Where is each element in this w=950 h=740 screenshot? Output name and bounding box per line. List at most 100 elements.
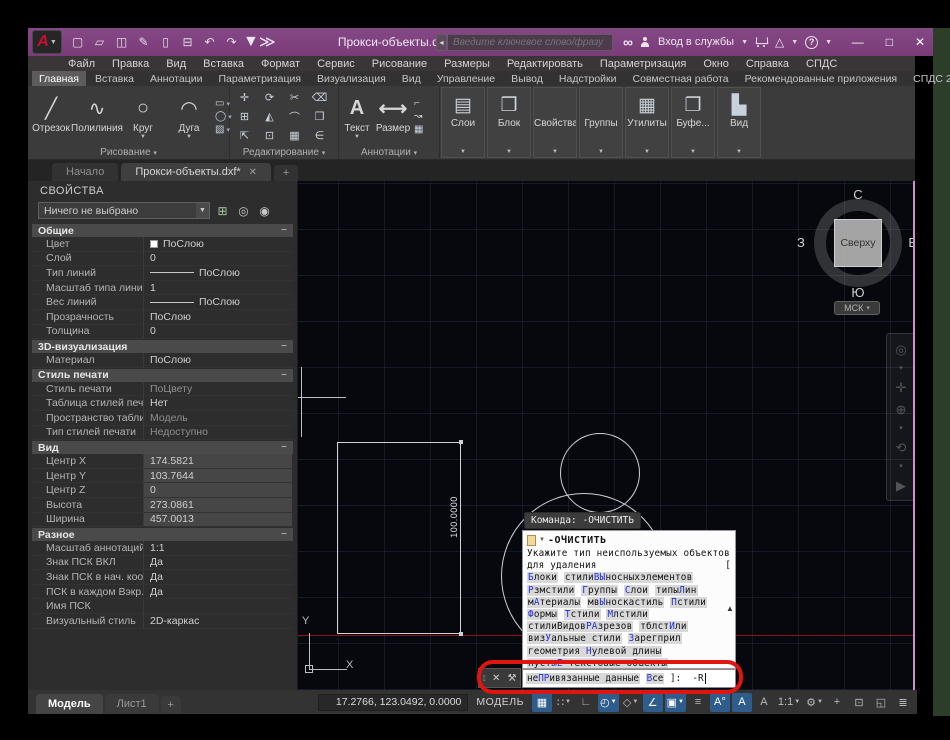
- block-button[interactable]: ❒ Блок ▼: [487, 87, 531, 158]
- section-header[interactable]: Вид−: [32, 441, 293, 454]
- save-as-button[interactable]: ✎: [134, 33, 153, 52]
- annotation-autoscale-toggle[interactable]: А▼: [732, 693, 752, 712]
- pickadd-toggle[interactable]: ⊞: [214, 202, 231, 219]
- command-history-icon[interactable]: [527, 535, 536, 546]
- panel-title-draw[interactable]: Рисование ▾: [28, 147, 229, 160]
- model-tab[interactable]: Модель: [36, 694, 103, 714]
- menu-item[interactable]: Окно: [703, 58, 729, 70]
- menu-item[interactable]: Редактировать: [507, 58, 583, 70]
- navigation-bar[interactable]: ◎ ▾ ✛ ⊕ ▾ ⟲ ▾ ▶: [886, 333, 915, 501]
- viewcube[interactable]: Сверху С Ю З В: [803, 189, 913, 301]
- close-icon[interactable]: ✕: [249, 167, 257, 178]
- ribbon-tab[interactable]: Вывод: [504, 71, 550, 86]
- rotate-tool[interactable]: ⟳▾: [257, 88, 282, 107]
- object-snap-toggle[interactable]: ▣▼: [665, 693, 686, 712]
- menu-item[interactable]: Сервис: [317, 58, 355, 70]
- view-button[interactable]: ▙ Вид ▼: [717, 87, 761, 158]
- chevron-down-icon[interactable]: ▼: [539, 537, 545, 543]
- minimize-button[interactable]: —: [852, 35, 864, 49]
- grid-toggle[interactable]: ▦▼: [532, 693, 552, 712]
- share-device-button[interactable]: ▯: [156, 33, 175, 52]
- isolate-objects-button[interactable]: ⊡▼: [849, 693, 869, 712]
- utilities-button[interactable]: ▦ Утилиты ▼: [625, 87, 669, 158]
- collapse-icon[interactable]: −: [281, 341, 287, 352]
- chevron-down-icon[interactable]: ▾: [899, 463, 903, 470]
- chevron-down-icon[interactable]: ▼: [196, 203, 209, 218]
- space-indicator[interactable]: МОДЕЛЬ: [476, 696, 524, 708]
- menu-item[interactable]: Справка: [746, 58, 789, 70]
- new-doc-tab-button[interactable]: +: [274, 165, 298, 181]
- search-binoculars-icon[interactable]: ∞: [623, 34, 633, 50]
- undo-button[interactable]: ↶: [200, 33, 219, 52]
- panel-title-annotate[interactable]: Аннотации ▾: [339, 147, 439, 160]
- multileader-tool[interactable]: ↝▾: [414, 111, 423, 122]
- print-button[interactable]: ⊟: [178, 33, 197, 52]
- menu-item[interactable]: Формат: [261, 58, 300, 70]
- offset-tool[interactable]: ∈▾: [307, 126, 332, 145]
- isodraft-toggle[interactable]: ◇▼: [621, 693, 641, 712]
- chevron-down-icon[interactable]: ▼: [825, 39, 832, 46]
- redo-button[interactable]: ↷: [222, 33, 241, 52]
- collapse-icon[interactable]: −: [281, 370, 287, 381]
- ribbon-tab[interactable]: Параметризация: [212, 71, 309, 86]
- chevron-down-icon[interactable]: ▼: [791, 39, 798, 46]
- draw-tool-button[interactable]: ○ Круг ▼: [120, 87, 166, 147]
- clipboard-button[interactable]: ❐ Буфе... ▼: [671, 87, 715, 158]
- annotation-visibility-toggle[interactable]: А°▼: [710, 693, 730, 712]
- help-icon[interactable]: ?: [805, 36, 818, 49]
- ribbon-tab[interactable]: Совместная работа: [626, 71, 736, 86]
- collapse-icon[interactable]: −: [281, 442, 287, 453]
- open-file-button[interactable]: ▱: [90, 33, 109, 52]
- menu-item[interactable]: Файл: [68, 58, 95, 70]
- draw-tool-button[interactable]: ╱ Отрезок ▼: [28, 87, 74, 147]
- viewcube-north[interactable]: С: [803, 187, 913, 202]
- drawing-canvas[interactable]: 100.0000 Y X Сверху С Ю З В МСК▾ ◎ ▾ ✛ ⊕…: [298, 181, 915, 690]
- doc-tab-active[interactable]: Прокси-объекты.dxf* ✕: [121, 163, 271, 181]
- layers-button[interactable]: ▤ Слои ▼: [441, 87, 485, 158]
- draw-tool-button[interactable]: ◠ Дуга ▼: [166, 87, 212, 147]
- array-tool[interactable]: ▦▾: [282, 126, 307, 145]
- annotation-tool-button[interactable]: ⟷ Размер ▼: [375, 87, 411, 147]
- lineweight-toggle[interactable]: ≡▼: [688, 693, 708, 712]
- leader-tool[interactable]: ⌐▾: [414, 98, 423, 109]
- status-menu-button[interactable]: ≣▼: [893, 693, 913, 712]
- store-cart-icon[interactable]: [755, 37, 768, 47]
- drag-handle-icon[interactable]: ⁞⁞: [483, 674, 485, 683]
- ribbon-tab[interactable]: Управление: [430, 71, 502, 86]
- polar-tracking-toggle[interactable]: ◴▼: [598, 693, 619, 712]
- menu-item[interactable]: Вставка: [203, 58, 244, 70]
- workspace-gear-button[interactable]: ⚙▼: [804, 693, 825, 712]
- viewcube-face-top[interactable]: Сверху: [834, 219, 882, 267]
- steering-wheel-icon[interactable]: ◎: [895, 343, 906, 356]
- fillet-tool[interactable]: ⌒▾: [282, 107, 307, 126]
- section-header[interactable]: Стиль печати−: [32, 369, 293, 382]
- ribbon-tab[interactable]: Вставка: [88, 71, 141, 86]
- help-search-input[interactable]: [447, 34, 613, 51]
- select-objects-button[interactable]: ◎: [235, 202, 252, 219]
- crosshair-button[interactable]: +▼: [827, 693, 847, 712]
- table-tool[interactable]: ▦▾: [414, 124, 423, 135]
- chevron-down-icon[interactable]: ▾: [899, 365, 903, 372]
- maximize-button[interactable]: □: [886, 35, 893, 49]
- move-tool[interactable]: ✛▾: [232, 88, 257, 107]
- undo-dropdown-icon[interactable]: ▼: [243, 33, 259, 51]
- selection-combo[interactable]: Ничего не выбрано ▼: [38, 202, 210, 219]
- new-layout-button[interactable]: +: [161, 696, 181, 714]
- viewcube-east[interactable]: В: [908, 235, 915, 250]
- annotation-scale-icon[interactable]: А▼: [754, 693, 774, 712]
- stretch-tool[interactable]: ⇱▾: [232, 126, 257, 145]
- menu-item[interactable]: Правка: [112, 58, 149, 70]
- showmotion-icon[interactable]: ▶: [896, 479, 906, 492]
- section-header[interactable]: 3D-визуализация−: [32, 340, 293, 353]
- menu-item[interactable]: Вид: [166, 58, 186, 70]
- close-button[interactable]: ✕: [915, 35, 925, 49]
- orbit-icon[interactable]: ⟲: [896, 441, 907, 454]
- object-snap-tracking-toggle[interactable]: ∠▼: [643, 693, 663, 712]
- ribbon-tab[interactable]: Вид: [395, 71, 428, 86]
- clean-screen-button[interactable]: ◱▼: [871, 693, 891, 712]
- collapse-icon[interactable]: −: [281, 225, 287, 236]
- command-options[interactable]: Блоки стилиВЫносныхэлементов Рзмстили Гр…: [527, 572, 735, 669]
- section-header[interactable]: Разное−: [32, 528, 293, 541]
- sign-in-button[interactable]: Вход в службы: [658, 36, 734, 48]
- ribbon-tab[interactable]: Визуализация: [310, 71, 393, 86]
